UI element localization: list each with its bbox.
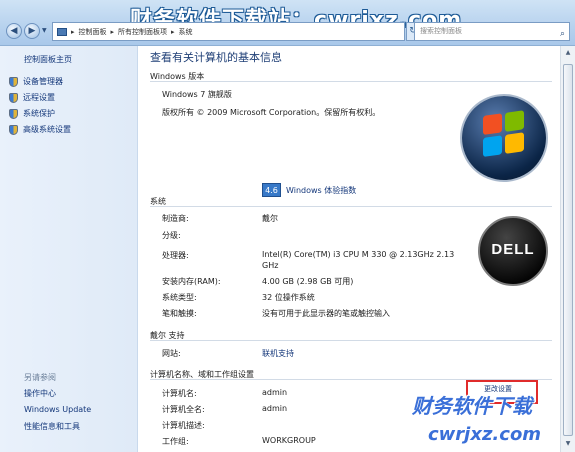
rating-label: 分级: xyxy=(162,231,181,240)
manufacturer-label: 制造商: xyxy=(162,214,189,223)
vertical-scrollbar[interactable]: ▲ ▼ xyxy=(560,46,575,452)
watermark-line2: cwrjxz.com xyxy=(428,424,542,445)
ram-value: 4.00 GB (2.98 GB 可用) xyxy=(262,277,354,286)
description-label: 计算机描述: xyxy=(162,421,205,430)
divider xyxy=(150,206,552,207)
ram-label: 安装内存(RAM): xyxy=(162,277,221,286)
sidebar-item-device-manager[interactable]: 设备管理器 xyxy=(9,76,63,87)
sidebar-item-advanced-settings[interactable]: 高级系统设置 xyxy=(9,124,71,135)
online-support-link[interactable]: 联机支持 xyxy=(262,348,294,359)
scroll-thumb[interactable] xyxy=(563,64,573,436)
back-button[interactable]: ◀ xyxy=(6,23,22,39)
sidebar-item-windows-update[interactable]: Windows Update xyxy=(24,405,91,414)
windows-flag-icon xyxy=(483,110,525,160)
divider xyxy=(150,81,552,82)
forward-button[interactable]: ▶ xyxy=(24,23,40,39)
sidebar-item-performance[interactable]: 性能信息和工具 xyxy=(24,421,80,432)
processor-value-cont: GHz xyxy=(262,261,279,270)
pen-touch-value: 没有可用于此显示器的笔或触控输入 xyxy=(262,309,390,318)
processor-label: 处理器: xyxy=(162,251,189,260)
sidebar-item-action-center[interactable]: 操作中心 xyxy=(24,388,56,399)
system-type-label: 系统类型: xyxy=(162,293,197,302)
breadcrumb-system[interactable]: 系统 xyxy=(179,27,193,37)
shield-icon xyxy=(9,108,18,119)
shield-icon xyxy=(9,124,18,135)
history-dropdown-icon[interactable]: ▼ xyxy=(42,27,47,34)
page-title: 查看有关计算机的基本信息 xyxy=(150,51,282,64)
computer-name-label: 计算机名: xyxy=(162,389,197,398)
sidebar-item-label: 高级系统设置 xyxy=(23,125,71,134)
search-icon[interactable]: ⌕ xyxy=(560,26,565,43)
system-type-value: 32 位操作系统 xyxy=(262,293,315,302)
experience-index-link[interactable]: Windows 体验指数 xyxy=(286,185,356,196)
full-name-value: admin xyxy=(262,404,288,413)
copyright-text: 版权所有 © 2009 Microsoft Corporation。保留所有权利… xyxy=(162,108,381,117)
sidebar-item-remote-settings[interactable]: 远程设置 xyxy=(9,92,55,103)
see-also-title: 另请参阅 xyxy=(24,373,56,382)
shield-icon xyxy=(9,76,18,87)
computer-name-value: admin xyxy=(262,388,288,397)
sidebar-item-label: 远程设置 xyxy=(23,93,55,102)
full-name-label: 计算机全名: xyxy=(162,405,205,414)
sidebar-item-label: 系统保护 xyxy=(23,109,55,118)
search-placeholder: 搜索控制面板 xyxy=(420,27,462,35)
pen-touch-label: 笔和触摸: xyxy=(162,309,197,318)
search-input[interactable]: 搜索控制面板 ⌕ xyxy=(414,22,570,41)
divider xyxy=(150,340,552,341)
processor-value: Intel(R) Core(TM) i3 CPU M 330 @ 2.13GHz… xyxy=(262,250,455,259)
breadcrumb-all-items[interactable]: 所有控制面板项 xyxy=(118,27,167,37)
scroll-down-icon[interactable]: ▼ xyxy=(563,440,573,447)
experience-score-badge[interactable]: 4.6 xyxy=(262,183,281,197)
manufacturer-value: 戴尔 xyxy=(262,214,278,223)
workgroup-value: WORKGROUP xyxy=(262,436,316,445)
sidebar-item-home[interactable]: 控制面板主页 xyxy=(24,54,72,65)
scroll-up-icon[interactable]: ▲ xyxy=(563,49,573,56)
website-label: 网站: xyxy=(162,349,181,358)
watermark-line1: 财务软件下载 xyxy=(412,394,532,418)
computer-icon xyxy=(57,27,67,36)
sidebar-item-system-protection[interactable]: 系统保护 xyxy=(9,108,55,119)
breadcrumb-control-panel[interactable]: 控制面板 xyxy=(79,27,107,37)
edition-name: Windows 7 旗舰版 xyxy=(162,90,232,99)
sidebar: 控制面板主页 设备管理器 远程设置 系统保护 高级系统设置 另请参阅 操作中心 … xyxy=(0,46,138,452)
shield-icon xyxy=(9,92,18,103)
dell-logo-text: DELL xyxy=(491,241,535,258)
address-bar[interactable]: ▸ 控制面板 ▸ 所有控制面板项 ▸ 系统 xyxy=(52,22,405,41)
sidebar-item-label: 设备管理器 xyxy=(23,77,63,86)
workgroup-label: 工作组: xyxy=(162,437,189,446)
